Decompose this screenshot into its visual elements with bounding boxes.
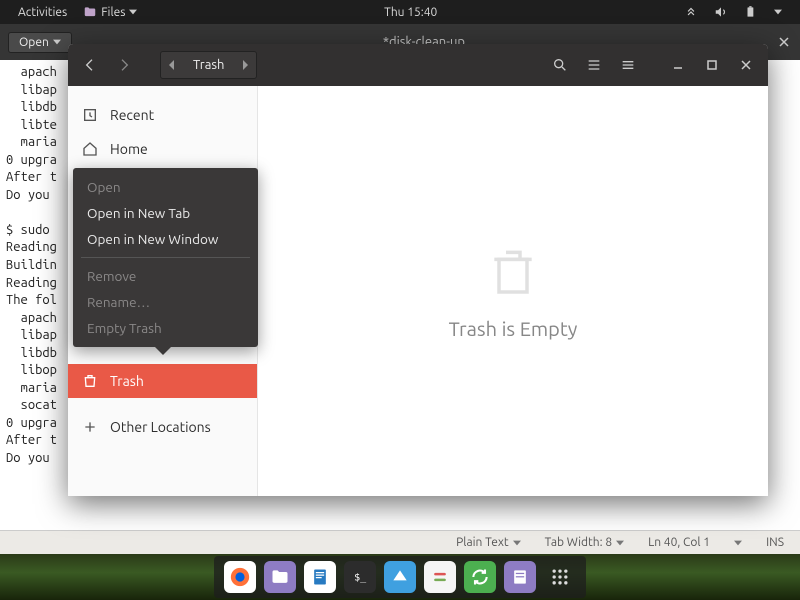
files-icon xyxy=(83,5,97,19)
sidebar-item-label: Other Locations xyxy=(110,419,211,435)
status-tab-width[interactable]: Tab Width: 8 xyxy=(545,536,624,549)
ctx-open[interactable]: Open xyxy=(73,174,258,200)
dock-terminal[interactable]: $_ xyxy=(344,561,376,593)
gedit-close-button[interactable] xyxy=(776,34,792,50)
close-icon xyxy=(740,59,752,71)
status-caret-menu[interactable] xyxy=(734,539,742,547)
files-main-area[interactable]: Trash is Empty xyxy=(258,86,768,496)
battery-icon[interactable] xyxy=(736,5,766,19)
home-icon xyxy=(82,141,98,157)
window-close-button[interactable] xyxy=(732,51,760,79)
search-button[interactable] xyxy=(546,51,574,79)
path-bar[interactable]: Trash xyxy=(160,51,257,79)
files-headerbar: Trash xyxy=(68,44,768,86)
ctx-remove[interactable]: Remove xyxy=(73,263,258,289)
dock-files[interactable] xyxy=(264,561,296,593)
status-language[interactable]: Plain Text xyxy=(456,536,521,549)
ctx-empty-trash[interactable]: Empty Trash xyxy=(73,315,258,341)
sidebar-item-label: Home xyxy=(110,141,148,157)
dock-todo[interactable] xyxy=(504,561,536,593)
clock[interactable]: Thu 15:40 xyxy=(376,6,445,19)
path-segment-trash[interactable]: Trash xyxy=(183,52,234,78)
trash-icon xyxy=(82,373,98,389)
window-maximize-button[interactable] xyxy=(698,51,726,79)
dock: $_ xyxy=(214,556,586,598)
window-minimize-button[interactable] xyxy=(664,51,692,79)
current-app-menu[interactable]: Files xyxy=(75,5,145,19)
chevron-down-icon xyxy=(513,539,521,547)
gedit-open-button[interactable]: Open xyxy=(8,32,72,53)
nav-forward-button[interactable] xyxy=(110,51,138,79)
trash-empty-label: Trash is Empty xyxy=(449,317,578,340)
plus-icon xyxy=(82,419,98,435)
clock-icon xyxy=(82,107,98,123)
view-list-button[interactable] xyxy=(580,51,608,79)
current-app-label: Files xyxy=(101,6,125,19)
chevron-down-icon xyxy=(53,38,61,46)
dock-show-apps[interactable] xyxy=(544,561,576,593)
chevron-down-icon xyxy=(129,8,137,16)
hamburger-button[interactable] xyxy=(614,51,642,79)
maximize-icon xyxy=(706,59,718,71)
sidebar-item-home[interactable]: Home xyxy=(68,132,257,166)
close-icon xyxy=(778,36,790,48)
svg-text:$_: $_ xyxy=(354,572,367,583)
network-icon[interactable] xyxy=(676,5,706,19)
system-menu-caret[interactable] xyxy=(766,8,790,16)
status-cursor-position: Ln 40, Col 1 xyxy=(648,536,710,549)
gedit-statusbar: Plain Text Tab Width: 8 Ln 40, Col 1 INS xyxy=(0,530,800,554)
volume-icon[interactable] xyxy=(706,5,736,19)
dock-firefox[interactable] xyxy=(224,561,256,593)
dock-settings[interactable] xyxy=(424,561,456,593)
dock-software[interactable] xyxy=(384,561,416,593)
sidebar-context-menu: Open Open in New Tab Open in New Window … xyxy=(73,168,258,347)
activities-button[interactable]: Activities xyxy=(10,6,75,19)
nav-back-button[interactable] xyxy=(76,51,104,79)
sidebar-item-label: Trash xyxy=(110,373,144,389)
ctx-open-new-window[interactable]: Open in New Window xyxy=(73,226,258,252)
sidebar-item-label: Recent xyxy=(110,107,154,123)
chevron-down-icon xyxy=(616,539,624,547)
sidebar-item-recent[interactable]: Recent xyxy=(68,98,257,132)
path-next-icon xyxy=(234,60,256,70)
dock-writer[interactable] xyxy=(304,561,336,593)
search-icon xyxy=(552,57,568,73)
chevron-down-icon xyxy=(734,539,742,547)
ctx-rename[interactable]: Rename… xyxy=(73,289,258,315)
ctx-separator xyxy=(81,257,250,258)
hamburger-icon xyxy=(620,57,636,73)
trash-empty-icon xyxy=(485,243,541,299)
sidebar-item-other-locations[interactable]: Other Locations xyxy=(68,410,257,444)
list-icon xyxy=(586,57,602,73)
gnome-topbar: Activities Files Thu 15:40 xyxy=(0,0,800,24)
sidebar-item-trash[interactable]: Trash xyxy=(68,364,257,398)
dock-updater[interactable] xyxy=(464,561,496,593)
path-prev-icon xyxy=(161,60,183,70)
gedit-open-label: Open xyxy=(19,36,49,49)
ctx-open-new-tab[interactable]: Open in New Tab xyxy=(73,200,258,226)
minimize-icon xyxy=(672,59,684,71)
status-insert-mode[interactable]: INS xyxy=(766,536,784,549)
